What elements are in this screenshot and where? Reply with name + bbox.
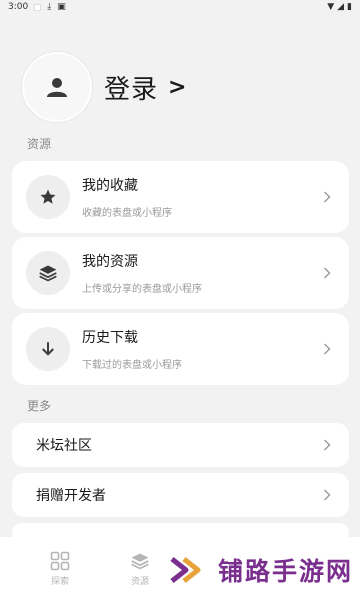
wifi-icon: ▼ (327, 1, 335, 12)
grid-icon (50, 551, 70, 571)
download-history-subtitle: 下载过的表盘或小程序 (82, 360, 182, 371)
favorites-card[interactable]: 我的收藏 收藏的表盘或小程序 (12, 161, 349, 233)
status-bar: 3:00 ⤓ ▣ ▼ ◢ ▮ (0, 0, 360, 14)
nav-tab-explore[interactable]: 探索 (20, 551, 100, 587)
notification-square-icon (34, 3, 42, 11)
watermark-logo-icon (170, 557, 201, 583)
favorites-icon-wrap (26, 175, 70, 219)
status-time: 3:00 (8, 2, 29, 12)
download-history-card[interactable]: 历史下载 下载过的表盘或小程序 (12, 313, 349, 385)
star-icon (40, 189, 56, 204)
nav-tab-resources[interactable]: 资源 (100, 551, 180, 587)
nav-label-explore: 探索 (50, 577, 69, 587)
my-resources-title: 我的资源 (82, 254, 138, 270)
favorites-title: 我的收藏 (82, 178, 138, 194)
login-link[interactable]: 登录 > (104, 69, 187, 106)
download-arrow-icon (42, 342, 54, 356)
signal-icon: ◢ (337, 1, 345, 12)
chevron-right-icon (321, 266, 333, 280)
watermark: 铺路手游网 (170, 552, 353, 588)
layers-icon (131, 553, 149, 570)
download-history-icon-wrap (26, 327, 70, 371)
donate-label: 捐赠开发者 (36, 488, 106, 504)
layers-icon (39, 265, 57, 282)
donate-row[interactable]: 捐赠开发者 (12, 473, 349, 517)
favorites-subtitle: 收藏的表盘或小程序 (82, 208, 172, 219)
download-history-title: 历史下载 (82, 330, 138, 346)
user-icon (47, 78, 67, 97)
chevron-right-icon (321, 342, 333, 356)
watermark-text: 铺路手游网 (218, 557, 354, 586)
section-title-more: 更多 (27, 399, 52, 413)
section-title-resources: 资源 (27, 137, 52, 151)
login-chevron: > (168, 74, 188, 100)
notification-app-icon: ▣ (57, 1, 66, 12)
chevron-right-icon (321, 190, 333, 204)
community-row[interactable]: 米坛社区 (12, 423, 349, 467)
community-label: 米坛社区 (36, 438, 92, 454)
profile-header[interactable]: 登录 > (22, 52, 187, 122)
my-resources-subtitle: 上传或分享的表盘或小程序 (82, 284, 202, 295)
my-resources-icon-wrap (26, 251, 70, 295)
chevron-right-icon (321, 438, 333, 452)
battery-icon: ▮ (347, 1, 352, 12)
my-resources-card[interactable]: 我的资源 上传或分享的表盘或小程序 (12, 237, 349, 309)
nav-label-resources: 资源 (130, 577, 149, 587)
avatar[interactable] (22, 52, 92, 122)
chevron-right-icon (321, 488, 333, 502)
login-label: 登录 (104, 74, 159, 105)
download-status-icon: ⤓ (47, 1, 52, 12)
